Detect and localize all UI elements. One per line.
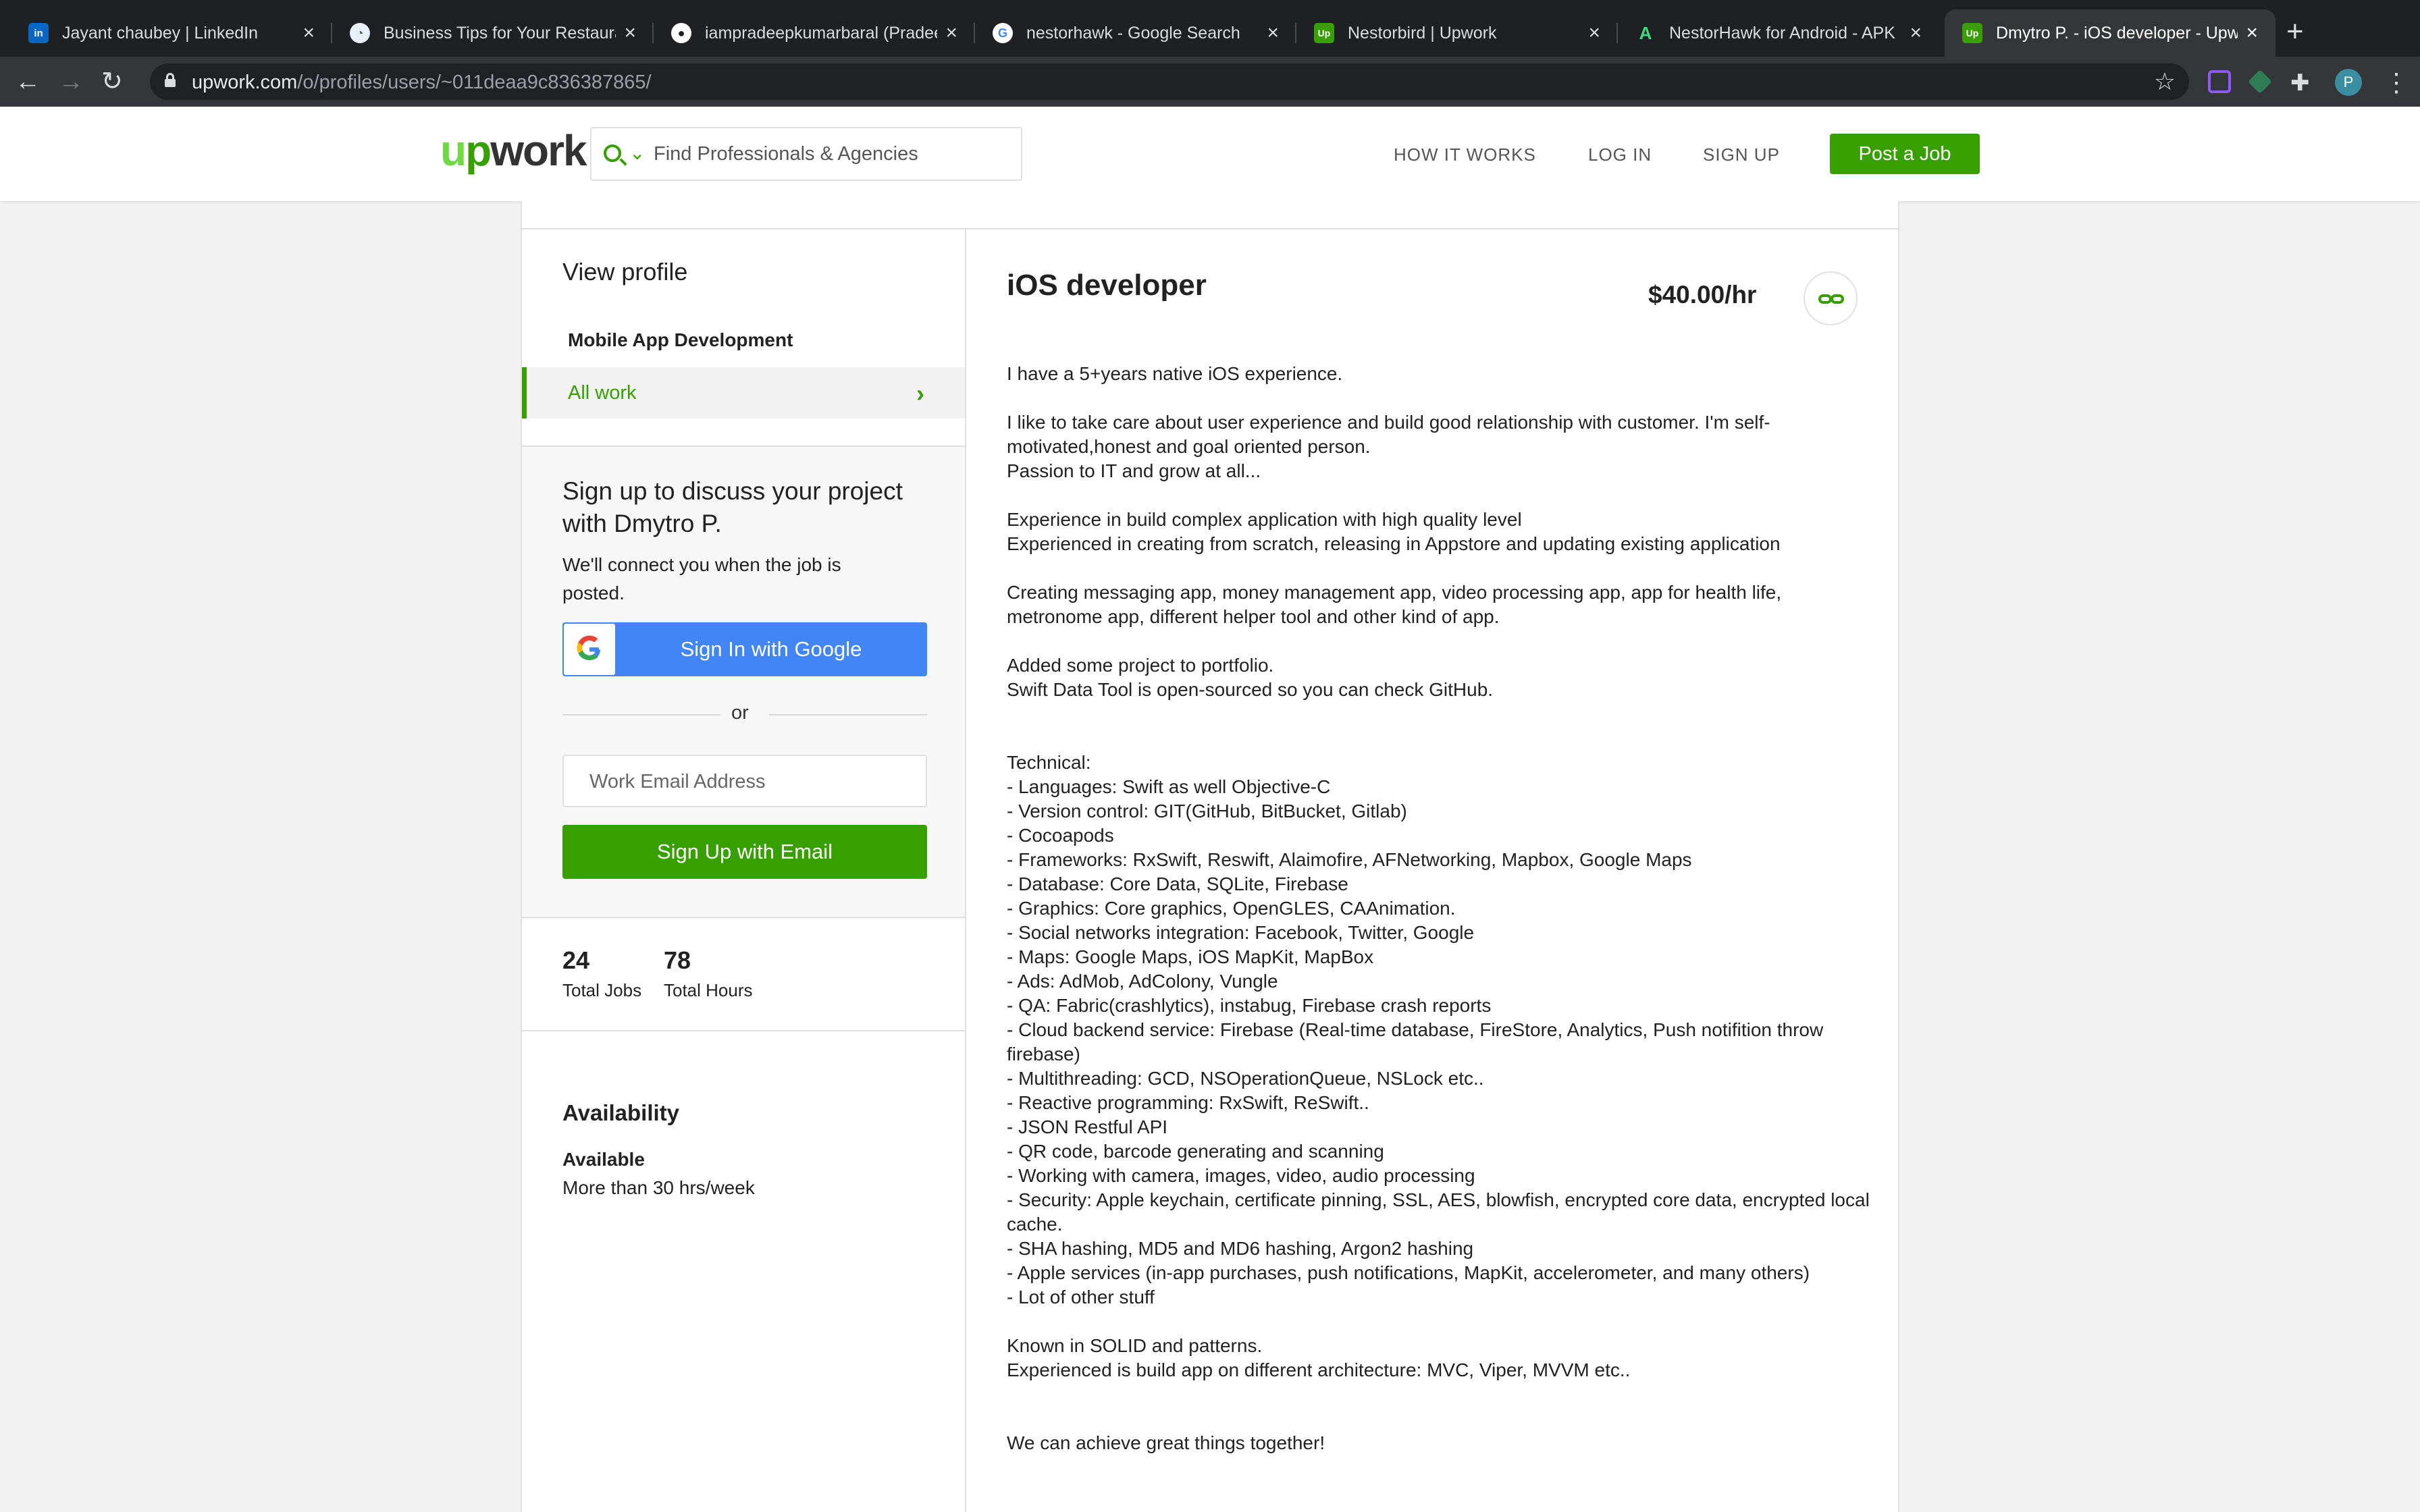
url-text: upwork.com/o/profiles/users/~011deaa9c83…: [192, 72, 652, 93]
availability-status: Available: [562, 1149, 645, 1170]
upwork-icon: Up: [1314, 23, 1334, 43]
signup-subtitle: We'll connect you when the job is posted…: [562, 554, 841, 603]
chevron-down-icon[interactable]: ⌄: [629, 142, 645, 164]
browser-tab-active[interactable]: Up Dmytro P. - iOS developer - Upwork ×: [1945, 9, 2276, 57]
browser-tab[interactable]: ◔ Business Tips for Your Restaurant ×: [332, 9, 654, 57]
github-icon: ●: [671, 23, 691, 43]
back-icon[interactable]: ←: [15, 65, 41, 99]
browser-toolbar: ← → ↻ upwork.com/o/profiles/users/~011de…: [0, 57, 2420, 107]
signup-email-button[interactable]: Sign Up with Email: [562, 825, 927, 879]
new-tab-icon[interactable]: +: [2286, 15, 2304, 49]
tab-title: NestorHawk for Android - APK: [1669, 23, 1895, 43]
divider: [769, 714, 927, 716]
nav-how-it-works[interactable]: HOW IT WORKS: [1394, 144, 1536, 165]
close-icon[interactable]: ×: [302, 22, 315, 45]
upwork-icon: Up: [1962, 23, 1982, 43]
reload-icon[interactable]: ↻: [101, 65, 123, 99]
search-input[interactable]: ⌄ Find Professionals & Agencies: [590, 127, 1022, 181]
all-work-label: All work: [568, 382, 637, 404]
search-placeholder: Find Professionals & Agencies: [654, 143, 918, 165]
view-profile-heading: View profile: [562, 258, 688, 286]
tab-title: iampradeepkumarbaral (Pradeep: [705, 23, 938, 43]
site-header: upwork ⌄ Find Professionals & Agencies H…: [0, 107, 2420, 201]
post-job-button[interactable]: Post a Job: [1830, 134, 1980, 174]
profile-title: iOS developer: [1007, 269, 1207, 302]
divider: [522, 917, 965, 918]
profile-avatar[interactable]: P: [2335, 69, 2362, 96]
work-email-field[interactable]: Work Email Address: [562, 755, 927, 807]
bookmark-star-icon[interactable]: ☆: [2154, 68, 2176, 96]
apk-icon: A: [1639, 22, 1652, 43]
close-icon[interactable]: ×: [1267, 22, 1279, 45]
profile-sidebar: View profile Mobile App Development All …: [522, 230, 965, 1512]
tab-title: Business Tips for Your Restaurant: [384, 23, 616, 43]
google-icon: G: [993, 23, 1013, 43]
total-hours-label: Total Hours: [664, 980, 753, 1000]
google-signin-label: Sign In with Google: [680, 637, 862, 661]
upwork-logo[interactable]: upwork: [440, 126, 587, 176]
nav-sign-up[interactable]: SIGN UP: [1703, 144, 1780, 165]
browser-tab[interactable]: G nestorhawk - Google Search ×: [975, 9, 1296, 57]
divider: [562, 714, 720, 716]
tab-title: Jayant chaubey | LinkedIn: [62, 23, 259, 43]
email-placeholder: Work Email Address: [589, 771, 766, 792]
link-icon: [1818, 294, 1832, 304]
browser-tab-bar: in Jayant chaubey | LinkedIn × ◔ Busines…: [0, 0, 2420, 57]
close-icon[interactable]: ×: [624, 22, 636, 45]
search-icon: [604, 144, 621, 162]
google-icon: [564, 624, 615, 675]
chevron-right-icon: ›: [916, 379, 924, 407]
profile-main: iOS developer $40.00/hr I have a 5+years…: [966, 230, 1898, 1512]
signup-title: Sign up to discuss your project with Dmy…: [562, 477, 903, 537]
browser-tab[interactable]: in Jayant chaubey | LinkedIn ×: [11, 9, 332, 57]
forward-icon[interactable]: →: [58, 65, 84, 99]
menu-kebab-icon[interactable]: ⋮: [2384, 68, 2409, 98]
total-jobs-value: 24: [562, 946, 590, 974]
total-hours-value: 78: [664, 946, 691, 974]
specialization-category[interactable]: Mobile App Development: [568, 329, 793, 351]
total-jobs-label: Total Jobs: [562, 980, 642, 1000]
restaurant-icon: ◔: [350, 23, 370, 43]
nav-log-in[interactable]: LOG IN: [1588, 144, 1652, 165]
tab-title: Nestorbird | Upwork: [1348, 23, 1497, 43]
browser-tab[interactable]: ● iampradeepkumarbaral (Pradeep ×: [654, 9, 975, 57]
close-icon[interactable]: ×: [1588, 22, 1600, 45]
availability-hours: More than 30 hrs/week: [562, 1177, 755, 1198]
divider: [522, 1030, 965, 1031]
address-bar[interactable]: upwork.com/o/profiles/users/~011deaa9c83…: [150, 63, 2189, 100]
tab-title: Dmytro P. - iOS developer - Upwork: [1996, 23, 2238, 43]
tab-title: nestorhawk - Google Search: [1026, 23, 1240, 43]
browser-tab[interactable]: Up Nestorbird | Upwork ×: [1296, 9, 1618, 57]
profile-overview: I have a 5+years native iOS experience. …: [1007, 363, 1870, 1453]
browser-tab[interactable]: A NestorHawk for Android - APK ×: [1618, 9, 1939, 57]
close-icon[interactable]: ×: [945, 22, 957, 45]
hourly-rate: $40.00/hr: [1648, 281, 1757, 308]
lock-icon: [165, 73, 176, 88]
copy-link-button[interactable]: [1804, 271, 1858, 325]
linkedin-icon: in: [28, 23, 49, 43]
close-icon[interactable]: ×: [2246, 22, 2258, 45]
or-separator: or: [731, 702, 749, 724]
extension-icon[interactable]: [2247, 69, 2273, 94]
close-icon[interactable]: ×: [1910, 22, 1922, 45]
extension-icon[interactable]: [2208, 70, 2231, 93]
all-work-item[interactable]: All work ›: [522, 367, 965, 418]
puzzle-icon[interactable]: ✚: [2290, 66, 2310, 100]
google-signin-button[interactable]: Sign In with Google: [562, 622, 927, 676]
availability-heading: Availability: [562, 1100, 680, 1125]
